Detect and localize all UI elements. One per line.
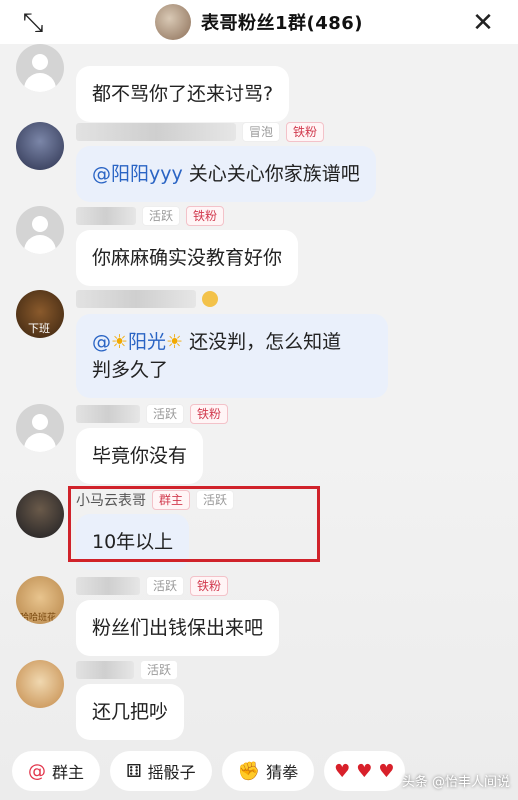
member-tag: 活跃 [146,576,185,596]
message-bubble[interactable]: @☀阳光☀ 还没判，怎么知道 判多久了 [76,314,388,398]
member-tag: 铁粉 [186,206,225,226]
avatar-label: 哈哈班花 [20,613,57,623]
message-meta: 活跃 铁粉 [76,206,225,226]
rock-paper-scissors-button[interactable]: ✊ 猜拳 [221,751,315,791]
message-meta [76,290,218,308]
hearts-button[interactable]: ♥ ♥ ♥ [324,751,405,791]
avatar[interactable] [16,44,64,92]
collapse-arrows-icon[interactable]: ⤡ [16,6,50,40]
mention-name[interactable]: 阳光 [128,331,166,353]
message-bubble[interactable]: 毕竟你没有 [76,428,204,484]
at-owner-label: 群主 [52,763,85,782]
avatar-label: 下班 [28,322,50,335]
avatar[interactable]: 哈哈班花 [16,576,64,624]
message-text-line2: 判多久了 [92,359,169,381]
sender-name-redacted [76,207,136,225]
dice-icon: ⚅ [126,760,142,782]
avatar[interactable] [16,660,64,708]
message-meta: 冒泡 铁粉 [76,122,325,142]
message-text: 你麻麻确实没教育好你 [92,247,283,269]
sender-name-redacted [76,661,134,679]
sun-icon: ☀ [111,331,129,353]
member-tag: 冒泡 [242,122,281,142]
sender-name-redacted [76,123,236,141]
message-bubble[interactable]: 粉丝们出钱保出来吧 [76,600,280,656]
avatar[interactable]: 下班 [16,290,64,338]
message-meta: 活跃 铁粉 [76,404,229,424]
at-icon: @ [28,760,46,782]
heart-icon: ♥ [356,760,373,782]
highlight-box [68,486,320,562]
message-text: 都不骂你了还来讨骂? [92,83,274,105]
at-owner-button[interactable]: @ 群主 [12,751,101,791]
message-bubble[interactable]: 还几把吵 [76,684,185,740]
member-tag: 活跃 [146,404,185,424]
mention[interactable]: @阳阳yyy [92,163,183,185]
sun-icon: ☀ [166,331,184,353]
group-title: 表哥粉丝1群(486) [200,13,364,34]
message-text: 毕竟你没有 [92,445,188,467]
rps-label: 猜拳 [266,763,299,782]
sender-name-redacted [76,405,140,423]
message-meta: 活跃 [76,660,179,680]
member-tag: 铁粉 [190,576,229,596]
close-icon[interactable]: ✕ [466,6,500,40]
chat-header: ⤡ 表哥粉丝1群(486) ✕ [0,0,518,44]
mention[interactable]: @ [92,331,111,353]
message-text: 粉丝们出钱保出来吧 [92,617,264,639]
message-bubble[interactable]: 都不骂你了还来讨骂? [76,66,290,122]
watermark: 头条 @怡丰人间说 [401,775,510,790]
fist-icon: ✊ [237,760,261,782]
message-bubble[interactable]: 你麻麻确实没教育好你 [76,230,299,286]
message-meta: 活跃 铁粉 [76,576,229,596]
member-tag: 铁粉 [190,404,229,424]
avatar[interactable] [16,122,64,170]
avatar[interactable] [16,404,64,452]
group-avatar[interactable] [154,4,191,40]
heart-icon: ♥ [378,760,395,782]
dice-label: 摇骰子 [147,763,196,782]
badge-icon [202,291,218,307]
message-text: 关心关心你家族谱吧 [182,163,360,185]
message-bubble[interactable]: @阳阳yyy 关心关心你家族谱吧 [76,146,376,202]
sender-name-redacted [76,290,196,308]
member-tag: 活跃 [142,206,181,226]
dice-button[interactable]: ⚅ 摇骰子 [110,751,212,791]
message-text-line1: 还没判，怎么知道 [183,331,342,353]
heart-icon: ♥ [334,760,351,782]
message-text: 还几把吵 [92,701,169,723]
sender-name-redacted [76,577,140,595]
member-tag: 活跃 [140,660,179,680]
avatar[interactable] [16,490,64,538]
avatar[interactable] [16,206,64,254]
member-tag: 铁粉 [286,122,325,142]
